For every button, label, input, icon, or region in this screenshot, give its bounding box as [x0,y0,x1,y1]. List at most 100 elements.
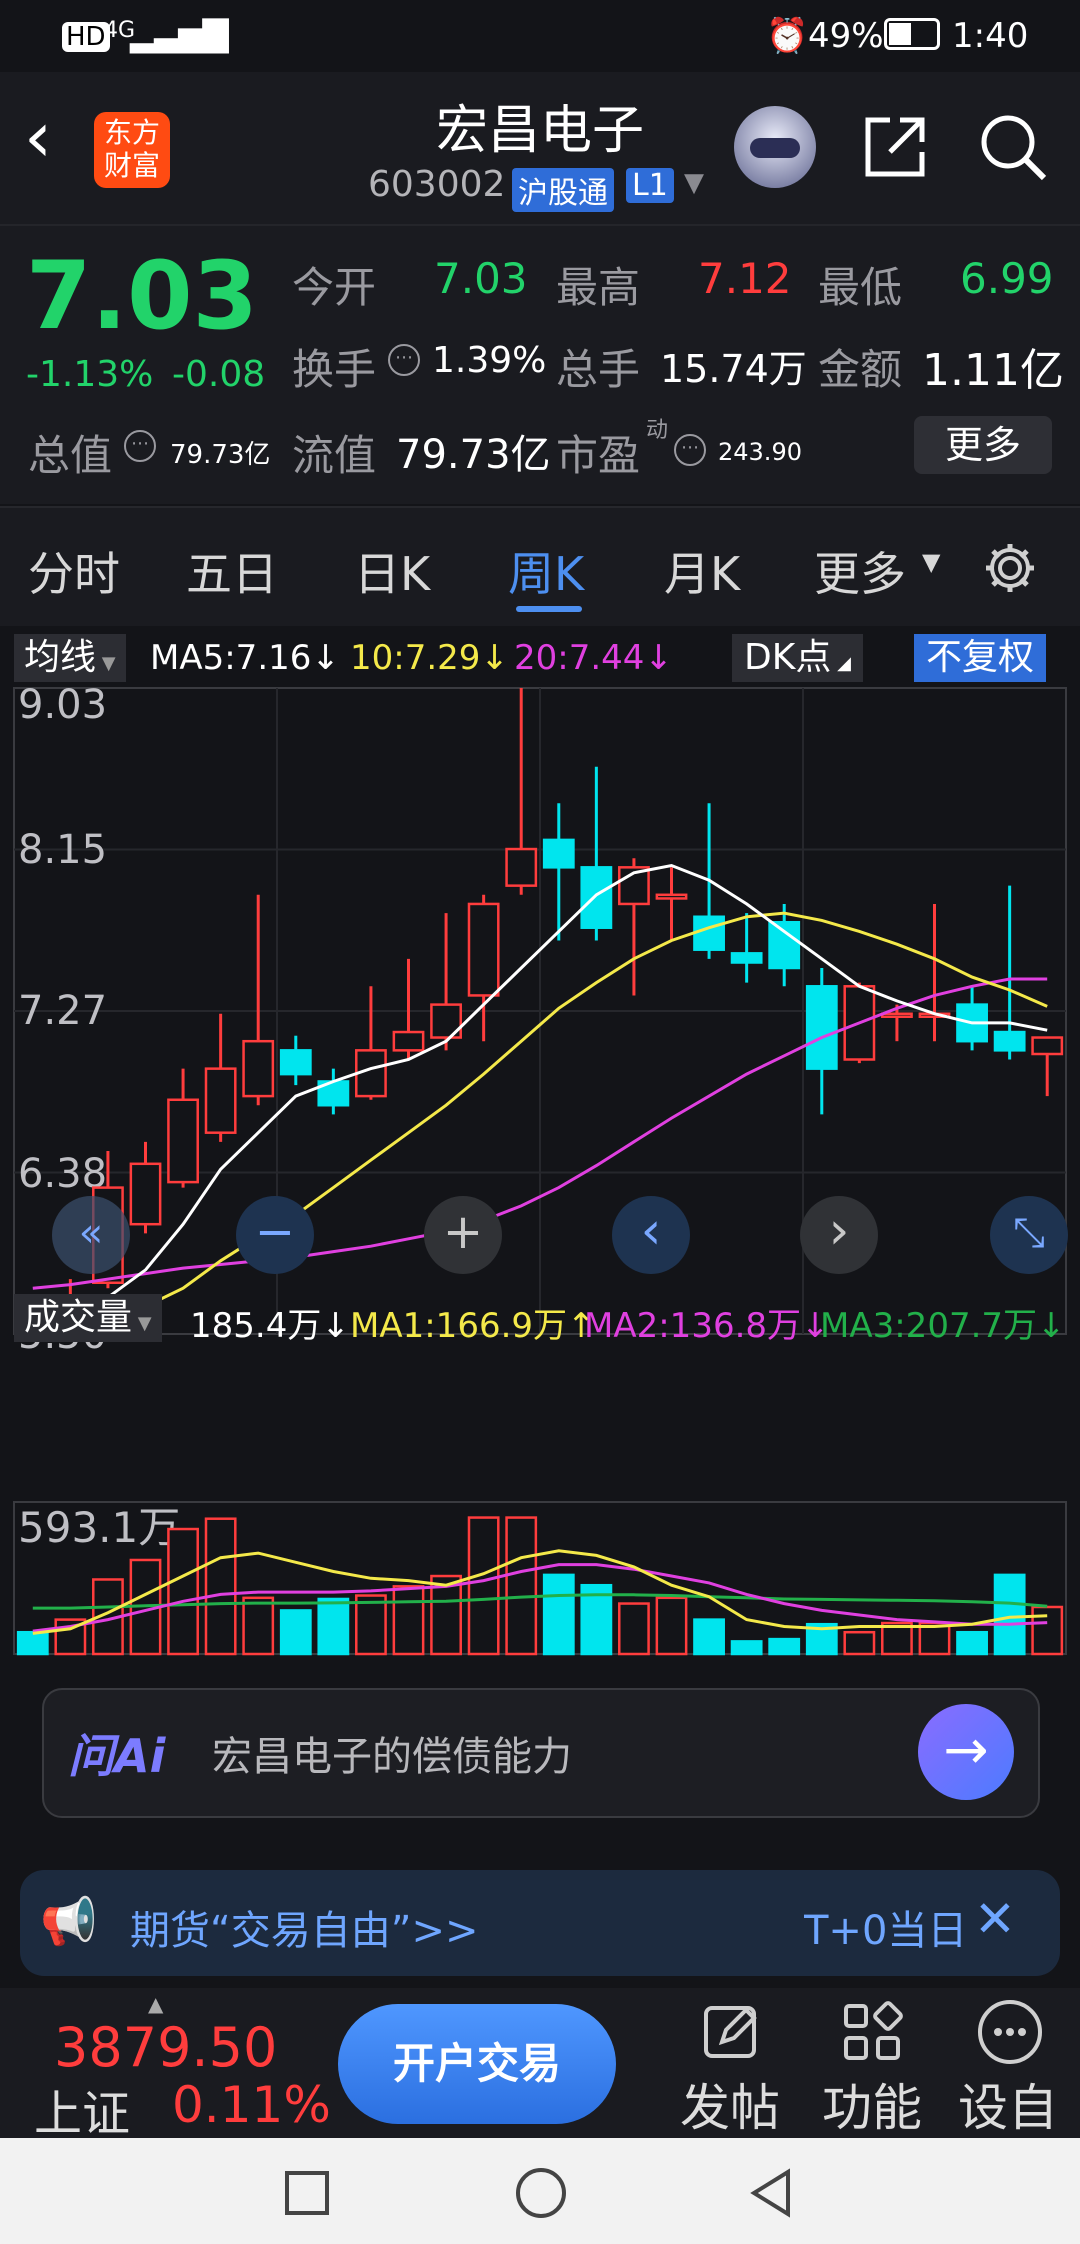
quote-panel: 7.03 -1.13% -0.08 今开 7.03 最高 7.12 最低 6.9… [0,226,1080,504]
open-value: 7.03 [434,254,528,303]
promo-banner[interactable]: 📢 期货“交易自由”>> T+0当日 ✕ [20,1870,1060,1976]
edit-post-icon[interactable] [700,2000,764,2064]
tab-more[interactable]: 更多 [814,538,906,604]
index-name[interactable]: 上证 [34,2074,130,2144]
volume-bar [392,1585,425,1656]
kline-svg[interactable]: 9.038.157.276.385.50593.1万20250606202507… [0,686,1080,1656]
volume-legend: 185.4万↓ [190,1306,350,1346]
volume-selector[interactable]: 成交量 ▼ [14,1294,162,1342]
high-value: 7.12 [698,254,792,303]
promo-tail: T+0当日 [804,1908,964,1954]
volume-bar [730,1640,763,1656]
open-account-trade-button[interactable]: 开户交易 [338,2004,616,2124]
scroll-right-button[interactable]: › [800,1196,878,1274]
battery-percent: 49% [808,16,884,56]
function-label[interactable]: 功能 [822,2068,922,2140]
y-tick-label: 8.15 [18,827,107,873]
dropdown-icon[interactable]: ▼ [684,168,704,198]
tab-monthly-k[interactable]: 月K [664,538,740,604]
back-nav-icon[interactable] [748,2168,794,2218]
gear-icon[interactable] [980,538,1040,598]
candle-body [1031,1036,1064,1056]
home-icon[interactable] [514,2166,568,2220]
candle-body [542,838,575,869]
fullscreen-button[interactable]: ⤡ [990,1196,1068,1274]
ma-selector[interactable]: 均线 ▼ [14,634,126,682]
tab-five-day[interactable]: 五日 [186,538,278,604]
active-tab-indicator [516,606,582,612]
hsgt-badge[interactable]: 沪股通 [512,168,614,212]
volume-bar [467,1516,500,1656]
search-icon[interactable] [978,112,1050,184]
volume-bar [768,1637,801,1656]
ma-selector-label: 均线 [24,637,97,678]
amount-label: 金额 [818,345,903,394]
system-nav-bar [0,2138,1080,2244]
volume-bar [993,1573,1026,1656]
info-icon[interactable]: ⋯ [674,434,706,466]
rewind-button[interactable]: « [52,1196,130,1274]
stock-code: 603002 [368,164,506,205]
turnover-value: 1.39% [432,340,547,381]
candle-body [580,866,613,929]
turnover-label: 换手 [292,345,377,394]
volume-bar [279,1609,312,1656]
volume-value: 15.74万 [660,347,807,391]
candle-body [242,1039,275,1098]
index-value[interactable]: 3879.50 [54,2016,277,2079]
volume-bar [204,1517,237,1656]
high-label: 最高 [556,263,641,312]
share-icon[interactable] [860,112,930,182]
tab-intraday[interactable]: 分时 [28,538,120,604]
y-tick-label: 9.03 [18,686,107,728]
arrow-right-icon[interactable]: → [918,1704,1014,1800]
more-dots-icon[interactable] [976,1998,1044,2066]
recent-apps-icon[interactable] [284,2170,330,2216]
zoom-out-button[interactable]: − [236,1196,314,1274]
volume-bar [317,1597,350,1656]
y-tick-label: 7.27 [18,988,107,1034]
volume-bar [542,1573,575,1656]
grid-function-icon[interactable] [840,2000,904,2064]
alarm-icon: ⏰ [766,16,809,56]
volume-bar [618,1602,650,1656]
tab-weekly-k[interactable]: 周K [508,538,584,604]
custom-label[interactable]: 设自 [958,2068,1058,2140]
dk-point-toggle[interactable]: DK点 ◢ [732,634,863,682]
ai-query-text[interactable]: 宏昌电子的偿债能力 [212,1724,572,1782]
volume-bar [505,1516,538,1656]
volume-max-label: 593.1万 [18,1503,180,1552]
more-button[interactable]: 更多 [914,416,1052,474]
ai-ask-bar[interactable]: 问Ai 宏昌电子的偿债能力 → [42,1688,1040,1818]
candle-body [167,1098,199,1184]
robot-assistant-icon[interactable] [734,106,816,188]
battery-icon [884,18,940,50]
close-icon[interactable]: ✕ [974,1890,1016,1948]
ma20-legend: 20:7.44↓ [514,638,673,678]
candle-body [881,1012,913,1018]
expand-up-icon[interactable]: ▲ [148,1992,163,2016]
volume-bar [655,1596,688,1656]
info-icon[interactable]: ⋯ [124,430,156,462]
hd-icon: HD [62,22,110,52]
adjust-button[interactable]: 不复权 [914,634,1047,682]
candle-body [505,847,538,887]
low-value: 6.99 [960,254,1054,303]
ai-brand: 问Ai [68,1729,166,1783]
vma2-legend: MA2:136.8万↓ [584,1306,830,1346]
level-badge[interactable]: L1 [626,168,674,203]
candle-body [467,902,500,997]
pe-value: 243.90 [718,438,802,466]
ma5-legend: MA5:7.16↓ [150,638,340,678]
vma3-legend: MA3:207.7万↓ [820,1306,1066,1346]
tab-daily-k[interactable]: 日K [354,538,430,604]
scroll-left-button[interactable]: ‹ [612,1196,690,1274]
open-label: 今开 [292,263,377,312]
zoom-in-button[interactable]: + [424,1196,502,1274]
candle-body [392,1030,425,1052]
kline-chart-area: 均线 ▼ MA5:7.16↓ 10:7.29↓ 20:7.44↓ DK点 ◢ 不… [0,626,1080,1656]
post-label[interactable]: 发帖 [680,2068,780,2140]
info-icon[interactable]: ⋯ [388,344,420,376]
promo-text[interactable]: 期货“交易自由”>> [130,1898,478,1956]
float-value: 79.73亿 [396,432,551,478]
